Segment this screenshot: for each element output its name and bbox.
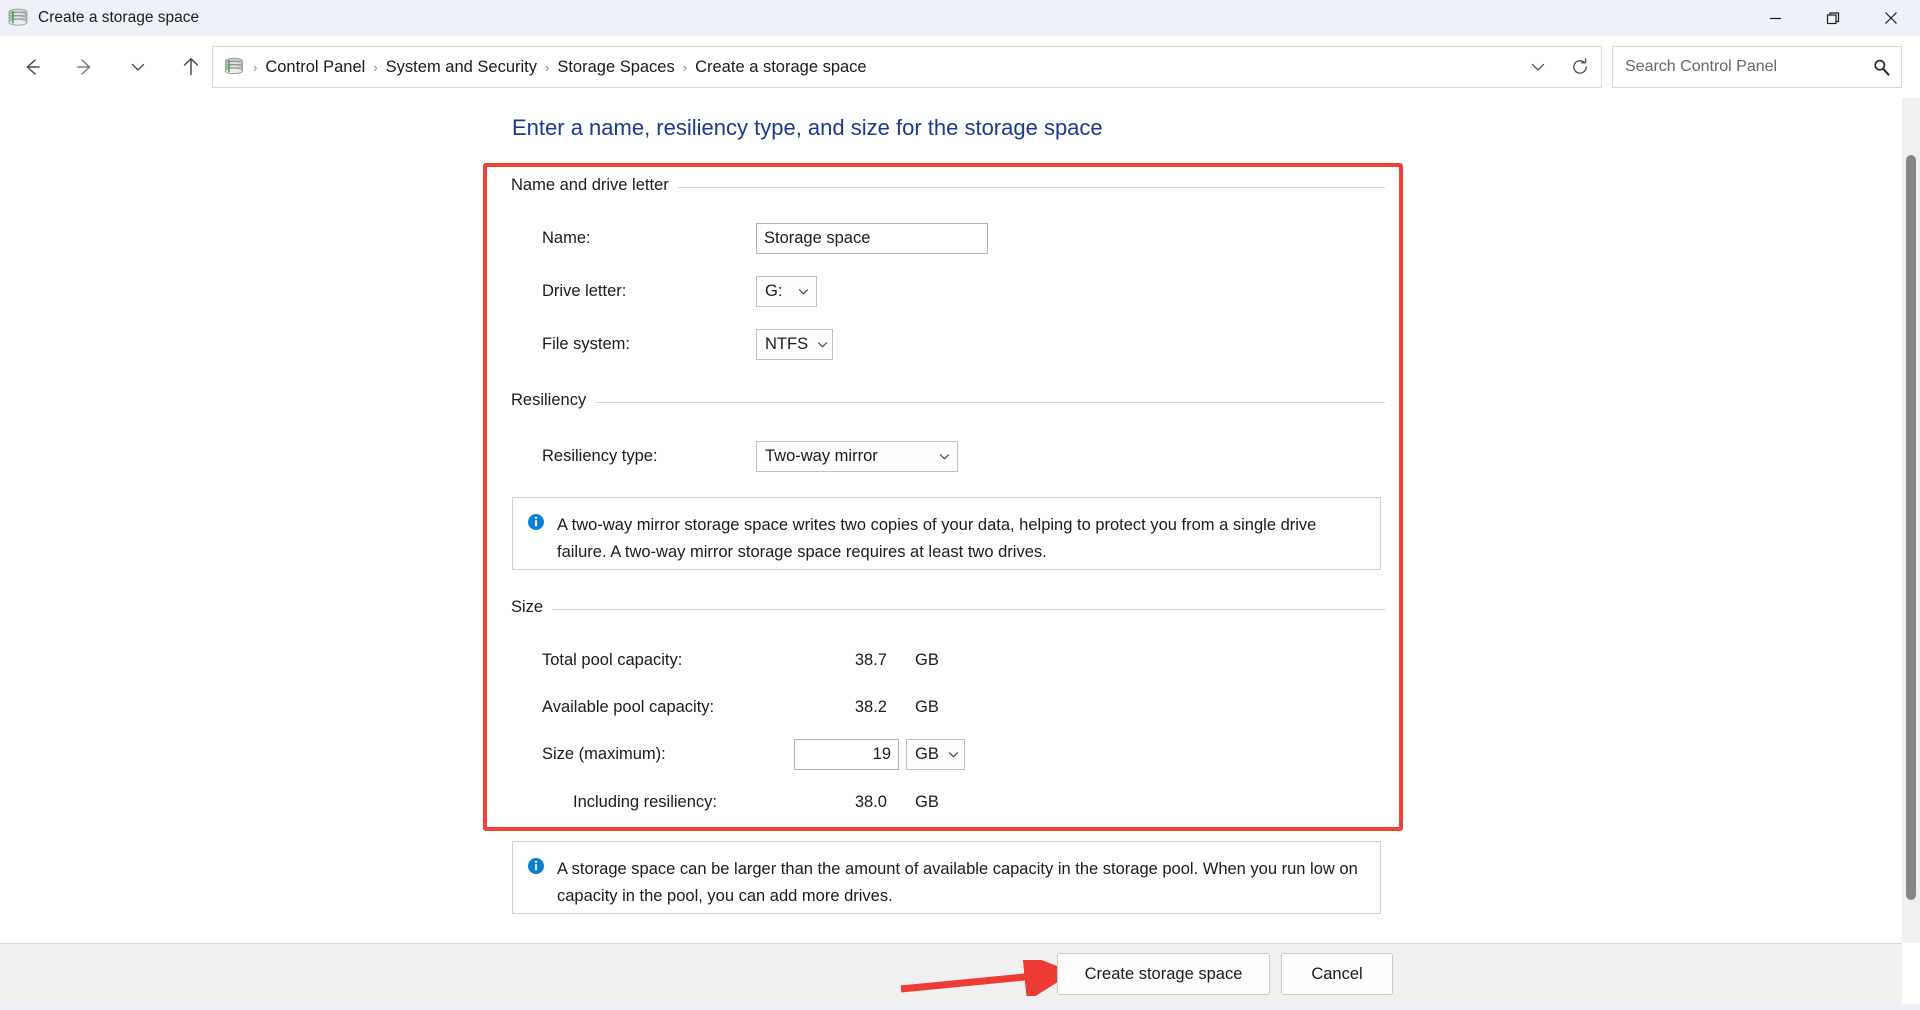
breadcrumb-item-system-and-security[interactable]: System and Security — [380, 54, 543, 81]
size-maximum-label: Size (maximum): — [542, 744, 666, 763]
group-divider-line — [511, 402, 1385, 403]
size-info-text: A storage space can be larger than the a… — [557, 860, 1358, 905]
size-maximum-input[interactable] — [794, 738, 899, 770]
including-resiliency-value: 38.0 — [854, 792, 887, 811]
group-legend-size: Size — [511, 598, 553, 617]
chevron-down-icon — [797, 285, 810, 298]
maximize-restore-button[interactable] — [1804, 0, 1862, 36]
red-arrow-annotation — [900, 960, 1074, 996]
including-resiliency-unit: GB — [915, 792, 939, 811]
drive-letter-value: G: — [765, 281, 783, 300]
resiliency-type-select[interactable]: Two-way mirror — [756, 440, 958, 472]
name-input[interactable] — [756, 222, 988, 254]
back-button[interactable] — [12, 47, 52, 87]
size-unit-value: GB — [915, 744, 939, 763]
file-system-value: NTFS — [765, 334, 809, 353]
total-pool-capacity-label: Total pool capacity: — [542, 650, 683, 669]
search-icon[interactable] — [1861, 58, 1901, 77]
minimize-button[interactable] — [1746, 0, 1804, 36]
close-button[interactable] — [1862, 0, 1920, 36]
breadcrumb-item-create-a-storage-space[interactable]: Create a storage space — [689, 54, 873, 81]
drive-letter-select[interactable]: G: — [756, 275, 817, 307]
available-pool-capacity-label: Available pool capacity: — [542, 697, 715, 716]
previous-locations-chevron-down-icon[interactable] — [1517, 47, 1559, 87]
name-label: Name: — [542, 228, 591, 247]
size-unit-select[interactable]: GB — [906, 738, 965, 770]
resiliency-info-text: A two-way mirror storage space writes tw… — [557, 516, 1317, 561]
address-bar[interactable]: › Control Panel › System and Security › … — [212, 46, 1602, 88]
available-pool-capacity-unit: GB — [915, 697, 939, 716]
info-icon — [527, 513, 545, 555]
up-button[interactable] — [171, 47, 211, 87]
window-controls — [1746, 0, 1920, 36]
breadcrumb-item-control-panel[interactable]: Control Panel — [259, 54, 371, 81]
name-and-drive-letter-group: Name and drive letter Name: Drive letter… — [511, 176, 1385, 361]
search-control-panel-box[interactable] — [1612, 46, 1902, 88]
breadcrumb-item-storage-spaces[interactable]: Storage Spaces — [551, 54, 680, 81]
breadcrumb-separator-2: › — [544, 59, 550, 75]
size-group: Size Total pool capacity: 38.7 GB Availa… — [511, 598, 1385, 914]
address-storage-spaces-icon — [223, 56, 245, 78]
chevron-down-icon — [816, 338, 829, 351]
resiliency-type-value: Two-way mirror — [765, 446, 878, 465]
breadcrumb: › Control Panel › System and Security › … — [251, 54, 1517, 81]
info-icon — [527, 857, 545, 899]
window-title: Create a storage space — [38, 9, 200, 26]
forward-button[interactable] — [65, 47, 105, 87]
file-system-label: File system: — [542, 334, 631, 353]
window-titlebar: Create a storage space — [0, 0, 1920, 36]
scrollbar-thumb[interactable] — [1906, 155, 1916, 900]
page-title: Enter a name, resiliency type, and size … — [512, 115, 1103, 140]
resiliency-info-box: A two-way mirror storage space writes tw… — [512, 497, 1381, 570]
total-pool-capacity-value: 38.7 — [854, 650, 887, 669]
resiliency-type-label: Resiliency type: — [542, 446, 658, 465]
drive-letter-label: Drive letter: — [542, 281, 627, 300]
breadcrumb-separator-1: › — [373, 59, 378, 75]
address-bar-actions — [1517, 47, 1601, 87]
breadcrumb-separator-0: › — [253, 59, 258, 75]
create-storage-space-button[interactable]: Create storage space — [1057, 953, 1270, 995]
group-legend-name-and-drive-letter: Name and drive letter — [511, 176, 678, 195]
search-input[interactable] — [1625, 58, 1861, 76]
content-area: Enter a name, resiliency type, and size … — [0, 98, 1902, 943]
group-divider-line — [511, 609, 1385, 610]
file-system-select[interactable]: NTFS — [756, 328, 833, 360]
storage-space-form: Name and drive letter Name: Drive letter… — [511, 176, 1385, 914]
storage-spaces-icon — [7, 7, 29, 29]
resiliency-group: Resiliency Resiliency type: Two-way mirr… — [511, 391, 1385, 570]
refresh-icon[interactable] — [1559, 47, 1601, 87]
chevron-down-icon — [938, 450, 951, 463]
group-legend-resiliency: Resiliency — [511, 391, 596, 410]
available-pool-capacity-value: 38.2 — [854, 697, 887, 716]
recent-locations-chevron-down-icon[interactable] — [118, 47, 158, 87]
including-resiliency-label: Including resiliency: — [573, 792, 717, 811]
window-bottom-edge — [0, 1004, 1920, 1010]
vertical-scrollbar[interactable] — [1902, 98, 1920, 943]
chevron-down-icon — [947, 748, 960, 761]
breadcrumb-separator-3: › — [682, 59, 688, 75]
total-pool-capacity-unit: GB — [915, 650, 939, 669]
size-info-box: A storage space can be larger than the a… — [512, 841, 1381, 914]
cancel-button[interactable]: Cancel — [1281, 953, 1393, 995]
